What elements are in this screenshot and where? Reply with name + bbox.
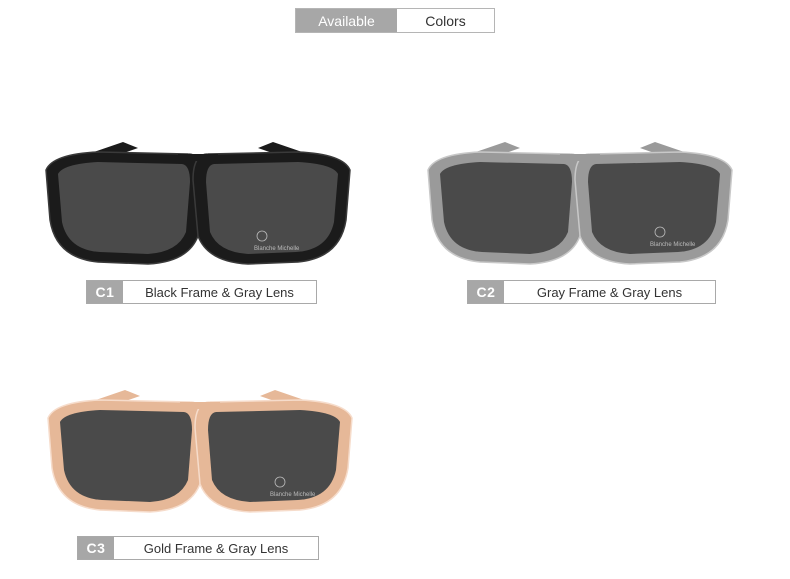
logo-text-c1: Blanche Michelle	[254, 246, 300, 252]
logo-text-c3: Blanche Michelle	[270, 492, 316, 498]
sunglasses-c2-image: Blanche Michelle	[427, 142, 733, 265]
variant-code: C3	[78, 537, 114, 559]
sunglasses-c1-image: Blanche Michelle	[45, 142, 351, 265]
variant-code: C1	[87, 281, 123, 303]
variant-label-c1: C1 Black Frame & Gray Lens	[86, 280, 317, 304]
section-header: Available Colors	[295, 8, 495, 33]
header-available-label: Available	[296, 9, 397, 32]
variant-label-c3: C3 Gold Frame & Gray Lens	[77, 536, 319, 560]
variant-code: C2	[468, 281, 504, 303]
variant-name: Gray Frame & Gray Lens	[536, 284, 683, 300]
sunglasses-c3-image: Blanche Michelle	[47, 390, 353, 513]
variant-name: Black Frame & Gray Lens	[145, 284, 294, 300]
variant-name: Gold Frame & Gray Lens	[143, 540, 289, 556]
variant-label-c2: C2 Gray Frame & Gray Lens	[467, 280, 716, 304]
header-colors-label: Colors	[397, 9, 494, 32]
logo-text-c2: Blanche Michelle	[650, 242, 696, 248]
